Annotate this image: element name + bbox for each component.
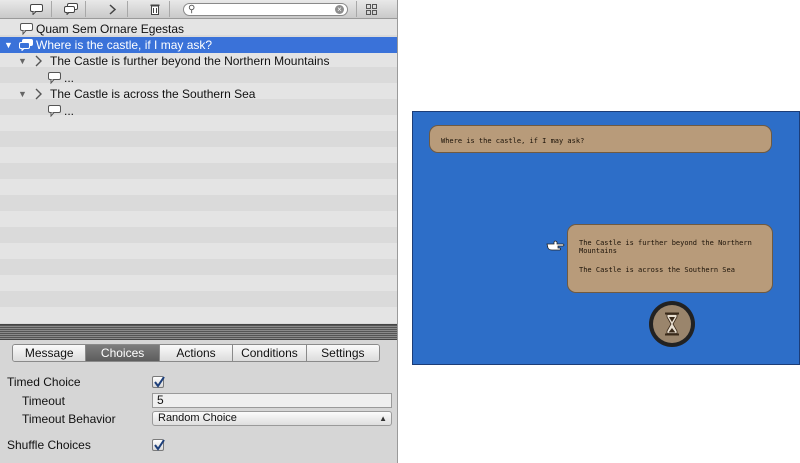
dialogue-tree[interactable]: Quam Sem Ornare Egestas ▼ Where is the c…	[0, 19, 397, 324]
timed-choice-checkbox[interactable]	[152, 376, 165, 388]
choice-arrow-icon	[108, 3, 116, 15]
tab-message[interactable]: Message	[13, 345, 87, 361]
trash-icon	[150, 4, 159, 15]
editor-toolbar: ⚲ ×	[0, 0, 397, 19]
player-choices-bubble: The Castle is further beyond the Norther…	[567, 224, 773, 293]
panel-splitter[interactable]	[0, 324, 397, 340]
hourglass-icon	[665, 312, 679, 336]
checkmark-icon	[154, 439, 165, 451]
tree-item[interactable]: ...	[0, 70, 397, 86]
choice-option[interactable]: The Castle is further beyond the Norther…	[579, 239, 764, 255]
checkmark-icon	[154, 376, 165, 388]
timed-choice-label: Timed Choice	[7, 375, 81, 389]
layout-button[interactable]	[356, 1, 386, 17]
pointing-hand-icon	[546, 240, 565, 251]
expand-triangle-icon[interactable]: ▼	[18, 53, 27, 69]
search-input[interactable]: ⚲ ×	[183, 3, 348, 16]
tree-item-label: Quam Sem Ornare Egestas	[36, 22, 185, 36]
tab-actions[interactable]: Actions	[159, 345, 234, 361]
timeout-behavior-label: Timeout Behavior	[22, 412, 116, 426]
tree-item[interactable]: ...	[0, 103, 397, 119]
inspector-tabs: Message Choices Actions Conditions Setti…	[12, 344, 380, 362]
expand-triangle-icon[interactable]: ▼	[4, 37, 13, 53]
tree-item[interactable]: ▼ The Castle is across the Southern Sea	[0, 86, 397, 102]
duplicate-bubble-icon	[63, 3, 78, 15]
timeout-label: Timeout	[22, 394, 65, 408]
tree-item-label: ...	[64, 71, 75, 85]
dropdown-arrows-icon: ▲	[379, 414, 387, 423]
tree-item-selected[interactable]: ▼ Where is the castle, if I may ask?	[0, 37, 397, 53]
game-preview: Where is the castle, if I may ask? The C…	[412, 111, 800, 365]
tab-choices[interactable]: Choices	[86, 345, 160, 361]
layout-grid-icon	[366, 3, 377, 15]
delete-button[interactable]	[140, 1, 170, 17]
search-icon: ⚲	[188, 4, 196, 15]
clear-search-icon[interactable]: ×	[335, 5, 344, 14]
expand-triangle-icon[interactable]: ▼	[18, 86, 27, 102]
tree-item[interactable]: ▼ The Castle is further beyond the North…	[0, 53, 397, 69]
duplicate-bubble-icon	[19, 39, 33, 51]
tree-item[interactable]: Quam Sem Ornare Egestas	[0, 21, 397, 37]
choice-arrow-icon	[35, 55, 42, 67]
tree-item-label: The Castle is across the Southern Sea	[50, 87, 256, 101]
speech-bubble-icon	[48, 105, 61, 117]
tree-item-label: ...	[64, 104, 75, 118]
tree-item-label: The Castle is further beyond the Norther…	[50, 54, 330, 68]
tab-settings[interactable]: Settings	[306, 345, 379, 361]
choice-timer	[649, 301, 695, 347]
choice-arrow-icon	[35, 88, 42, 100]
add-choice-message-button[interactable]	[56, 1, 86, 17]
add-message-button[interactable]	[22, 1, 52, 17]
tab-conditions[interactable]: Conditions	[233, 345, 307, 361]
timeout-behavior-select[interactable]: Random Choice ▲	[152, 411, 392, 426]
npc-message-text: Where is the castle, if I may ask?	[441, 137, 585, 145]
speech-bubble-icon	[20, 23, 33, 35]
timeout-field[interactable]: 5	[152, 393, 392, 408]
timeout-behavior-value: Random Choice	[158, 412, 237, 424]
inspector-panel: Message Choices Actions Conditions Setti…	[0, 340, 397, 463]
dialogue-editor-panel: ⚲ × Quam Sem Ornare Egestas ▼ Where is t…	[0, 0, 398, 463]
tree-item-label: Where is the castle, if I may ask?	[36, 38, 213, 52]
speech-bubble-icon	[48, 72, 61, 84]
choice-option[interactable]: The Castle is across the Southern Sea	[579, 266, 764, 274]
shuffle-choices-label: Shuffle Choices	[7, 438, 91, 452]
speech-bubble-icon	[30, 3, 43, 15]
add-choice-button[interactable]	[98, 1, 128, 17]
shuffle-choices-checkbox[interactable]	[152, 439, 165, 451]
npc-speech-bubble: Where is the castle, if I may ask?	[429, 125, 772, 153]
